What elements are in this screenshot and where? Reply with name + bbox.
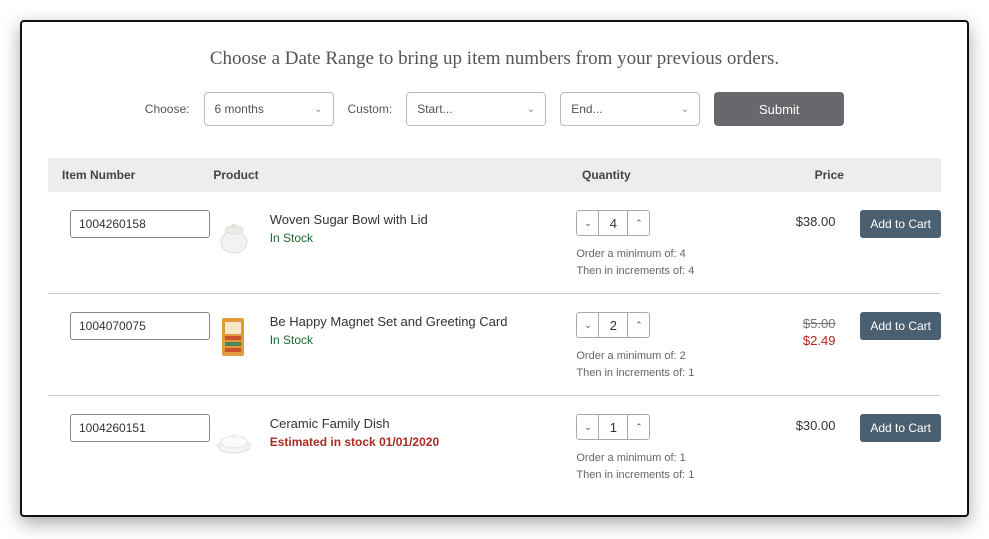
table-row: Be Happy Magnet Set and Greeting Card In …: [48, 294, 941, 396]
end-date-select[interactable]: End... ⌄: [560, 92, 700, 126]
chevron-down-icon: ⌄: [681, 104, 689, 115]
price-cell: $38.00: [740, 210, 836, 229]
table-row: Woven Sugar Bowl with Lid In Stock ⌄4⌃ Orde…: [48, 192, 941, 294]
table-row: Ceramic Family Dish Estimated in stock 01…: [48, 396, 941, 497]
qty-value: 2: [599, 313, 627, 337]
quantity-cell: ⌄4⌃ Order a minimum of: 4Then in incremen…: [576, 210, 739, 279]
product-thumbnail: [212, 312, 256, 362]
qty-value: 1: [599, 415, 627, 439]
add-to-cart-button[interactable]: Add to Cart: [860, 414, 941, 442]
qty-value: 4: [599, 211, 627, 235]
start-date-select[interactable]: Start... ⌄: [406, 92, 546, 126]
add-to-cart-button[interactable]: Add to Cart: [860, 210, 941, 238]
price-cell: $5.00 $2.49: [740, 312, 836, 348]
page-title: Choose a Date Range to bring up item num…: [48, 48, 941, 70]
order-window: Choose a Date Range to bring up item num…: [20, 20, 969, 517]
custom-label: Custom:: [348, 102, 393, 116]
filter-bar: Choose: 6 months ⌄ Custom: Start... ⌄ En…: [48, 92, 941, 126]
original-price: $5.00: [740, 316, 836, 331]
qty-increment-button[interactable]: ⌃: [627, 415, 649, 439]
choose-label: Choose:: [145, 102, 190, 116]
header-product: Product: [213, 168, 582, 182]
item-number-input[interactable]: [70, 312, 210, 340]
table-body: Woven Sugar Bowl with LidIn Stock⌄4⌃Orde…: [48, 192, 941, 497]
quantity-cell: ⌄2⌃ Order a minimum of: 2Then in incremen…: [576, 312, 739, 381]
quantity-stepper: ⌄1⌃: [576, 414, 650, 440]
qty-increment-button[interactable]: ⌃: [627, 211, 649, 235]
add-to-cart-button[interactable]: Add to Cart: [860, 312, 941, 340]
qty-decrement-button[interactable]: ⌄: [577, 313, 599, 337]
qty-note: Order a minimum of: 2Then in increments …: [576, 348, 739, 381]
stock-status: In Stock: [270, 333, 508, 347]
qty-decrement-button[interactable]: ⌄: [577, 211, 599, 235]
qty-note: Order a minimum of: 4Then in increments …: [576, 246, 739, 279]
product-name: Be Happy Magnet Set and Greeting Card: [270, 314, 508, 329]
quantity-stepper: ⌄4⌃: [576, 210, 650, 236]
start-date-placeholder: Start...: [417, 102, 452, 116]
quantity-cell: ⌄1⌃ Order a minimum of: 1Then in incremen…: [576, 414, 739, 483]
header-price: Price: [747, 168, 844, 182]
table-header: Item Number Product Quantity Price: [48, 158, 941, 192]
choose-select-value: 6 months: [215, 102, 264, 116]
qty-decrement-button[interactable]: ⌄: [577, 415, 599, 439]
item-number-input[interactable]: [70, 210, 210, 238]
end-date-placeholder: End...: [571, 102, 602, 116]
qty-note: Order a minimum of: 1Then in increments …: [576, 450, 739, 483]
product-cell: Ceramic Family Dish Estimated in stock 01…: [212, 414, 577, 464]
header-action: [844, 168, 941, 182]
quantity-stepper: ⌄2⌃: [576, 312, 650, 338]
product-thumbnail: [212, 210, 256, 260]
chevron-down-icon: ⌄: [527, 104, 535, 115]
stock-status: Estimated in stock 01/01/2020: [270, 435, 439, 449]
product-cell: Woven Sugar Bowl with Lid In Stock: [212, 210, 577, 260]
product-name: Woven Sugar Bowl with Lid: [270, 212, 428, 227]
sale-price: $2.49: [740, 333, 836, 348]
chevron-down-icon: ⌄: [314, 104, 322, 115]
product-cell: Be Happy Magnet Set and Greeting Card In …: [212, 312, 577, 362]
item-number-input[interactable]: [70, 414, 210, 442]
choose-select[interactable]: 6 months ⌄: [204, 92, 334, 126]
product-thumbnail: [212, 414, 256, 464]
submit-button[interactable]: Submit: [714, 92, 844, 126]
header-item: Item Number: [48, 168, 213, 182]
product-name: Ceramic Family Dish: [270, 416, 439, 431]
stock-status: In Stock: [270, 231, 428, 245]
qty-increment-button[interactable]: ⌃: [627, 313, 649, 337]
header-qty: Quantity: [582, 168, 747, 182]
price-cell: $30.00: [740, 414, 836, 433]
